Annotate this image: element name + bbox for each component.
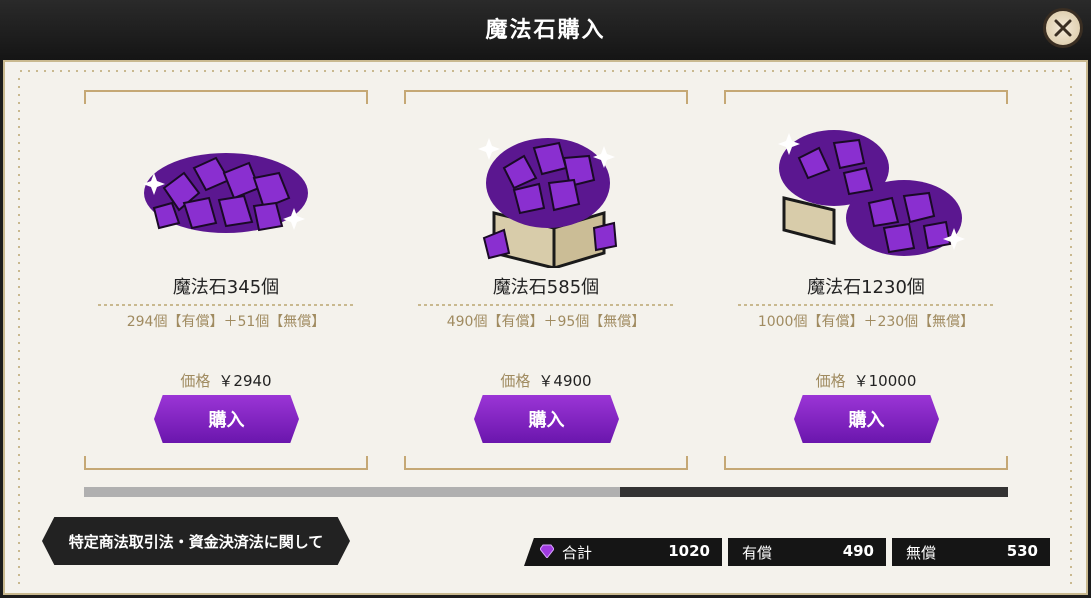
product-name: 魔法石1230個	[807, 277, 925, 298]
paid-value: 490	[842, 542, 874, 560]
paid-gems: 有償 490	[728, 538, 886, 566]
gem-boxes-icon	[778, 130, 965, 256]
scrollbar[interactable]	[84, 487, 1008, 497]
total-gems: 合計 1020	[524, 538, 722, 566]
legal-info-button[interactable]: 特定商法取引法・資金決済法に関して	[42, 517, 350, 565]
paid-label: 有償	[742, 544, 773, 562]
divider	[98, 304, 354, 306]
product-name: 魔法石585個	[492, 277, 600, 298]
free-label: 無償	[906, 544, 937, 562]
price-row: 価格 ￥2940	[84, 370, 368, 391]
divider	[738, 304, 994, 306]
close-button[interactable]	[1043, 8, 1083, 48]
page-title: 魔法石購入	[485, 18, 606, 43]
price-value: ￥4900	[538, 372, 592, 390]
gem-box-icon	[478, 138, 618, 268]
price-label: 価格	[815, 372, 846, 390]
price-value: ￥2940	[218, 372, 272, 390]
scrollbar-thumb[interactable]	[84, 487, 620, 497]
close-icon	[1054, 19, 1072, 37]
buy-button[interactable]: 購入	[474, 395, 619, 443]
gem-icon	[540, 544, 554, 558]
price-row: 価格 ￥10000	[724, 370, 1008, 391]
price-label: 価格	[500, 372, 531, 390]
product-card: 魔法石345個 294個【有償】＋51個【無償】 価格 ￥2940 購入	[84, 90, 368, 470]
buy-button[interactable]: 購入	[794, 395, 939, 443]
panel-divider	[20, 70, 1070, 72]
total-label: 合計	[562, 544, 593, 562]
free-value: 530	[1006, 542, 1038, 560]
price-label: 価格	[180, 372, 211, 390]
product-breakdown: 490個【有償】＋95個【無償】	[446, 314, 646, 330]
buy-button[interactable]: 購入	[154, 395, 299, 443]
gem-pile-icon	[143, 153, 308, 233]
product-card: 魔法石1230個 1000個【有償】＋230個【無償】 価格 ￥10000 購入	[724, 90, 1008, 470]
total-value: 1020	[668, 542, 710, 560]
product-breakdown: 1000個【有償】＋230個【無償】	[757, 314, 975, 330]
panel-divider	[18, 78, 20, 584]
product-breakdown: 294個【有償】＋51個【無償】	[126, 314, 326, 330]
price-row: 価格 ￥4900	[404, 370, 688, 391]
divider	[418, 304, 674, 306]
free-gems: 無償 530	[892, 538, 1050, 566]
price-value: ￥10000	[853, 372, 917, 390]
panel-divider	[1070, 78, 1072, 584]
product-name: 魔法石345個	[172, 277, 280, 298]
product-card: 魔法石585個 490個【有償】＋95個【無償】 価格 ￥4900 購入	[404, 90, 688, 470]
